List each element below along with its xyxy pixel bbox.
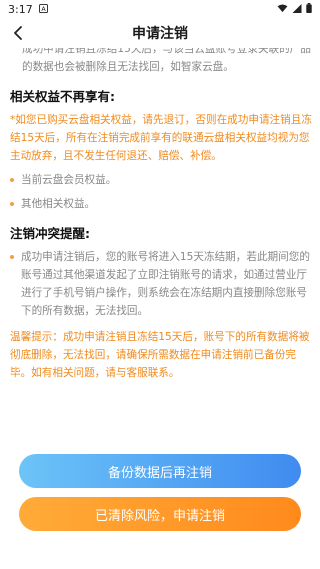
svg-text:A: A	[41, 5, 46, 12]
battery-icon	[306, 2, 312, 16]
intro-paragraph: 成功申请注销且冻结15天后，与该当云盘账号登录关联的产品的数据也会被删除且无法找…	[22, 48, 311, 73]
status-time: 3:17	[8, 2, 33, 16]
rights-warning: *如您已购买云盘相关权益，请先退订，否则在成功申请注销且冻结15天后，所有在注销…	[10, 114, 312, 162]
bullet-dot-icon	[10, 202, 14, 206]
rights-title: 相关权益不再享有:	[10, 89, 115, 104]
status-right	[277, 2, 312, 16]
confirm-cancel-button[interactable]: 已清除风险，申请注销	[19, 497, 301, 531]
list-item: 成功申请注销后，您的账号将进入15天冻结期，若此期间您的账号通过其他渠道发起了立…	[10, 248, 314, 320]
conflict-title: 注销冲突提醒:	[10, 226, 90, 241]
list-item-text: 当前云盘会员权益。	[21, 174, 117, 186]
content-inner: 成功申请注销且冻结15天后，与该当云盘账号登录关联的产品的数据也会被删除且无法找…	[10, 48, 314, 382]
nav-bar: 申请注销	[0, 18, 320, 48]
backup-then-cancel-button[interactable]: 备份数据后再注销	[19, 454, 301, 488]
chevron-left-icon	[14, 26, 22, 40]
page-title: 申请注销	[132, 26, 188, 42]
list-item-text: 成功申请注销后，您的账号将进入15天冻结期，若此期间您的账号通过其他渠道发起了立…	[21, 251, 310, 317]
content-scroll[interactable]: 成功申请注销且冻结15天后，与该当云盘账号登录关联的产品的数据也会被删除且无法找…	[0, 48, 320, 448]
a-indicator-icon: A	[38, 3, 48, 16]
bullet-dot-icon	[10, 178, 14, 182]
tip-paragraph: 温馨提示：成功申请注销且冻结15天后，账号下的所有数据将被彻底删除，无法找回，请…	[10, 331, 310, 379]
cell-signal-icon	[292, 3, 302, 16]
list-item: 当前云盘会员权益。	[10, 171, 314, 189]
bottom-safe-area	[0, 548, 320, 569]
list-item-text: 其他相关权益。	[21, 198, 96, 210]
status-bar: 3:17 A	[0, 0, 320, 18]
list-item: 其他相关权益。	[10, 195, 314, 213]
wifi-icon	[277, 3, 288, 16]
bullet-dot-icon	[10, 255, 14, 259]
back-button[interactable]	[6, 21, 30, 45]
status-left: 3:17 A	[8, 3, 48, 16]
